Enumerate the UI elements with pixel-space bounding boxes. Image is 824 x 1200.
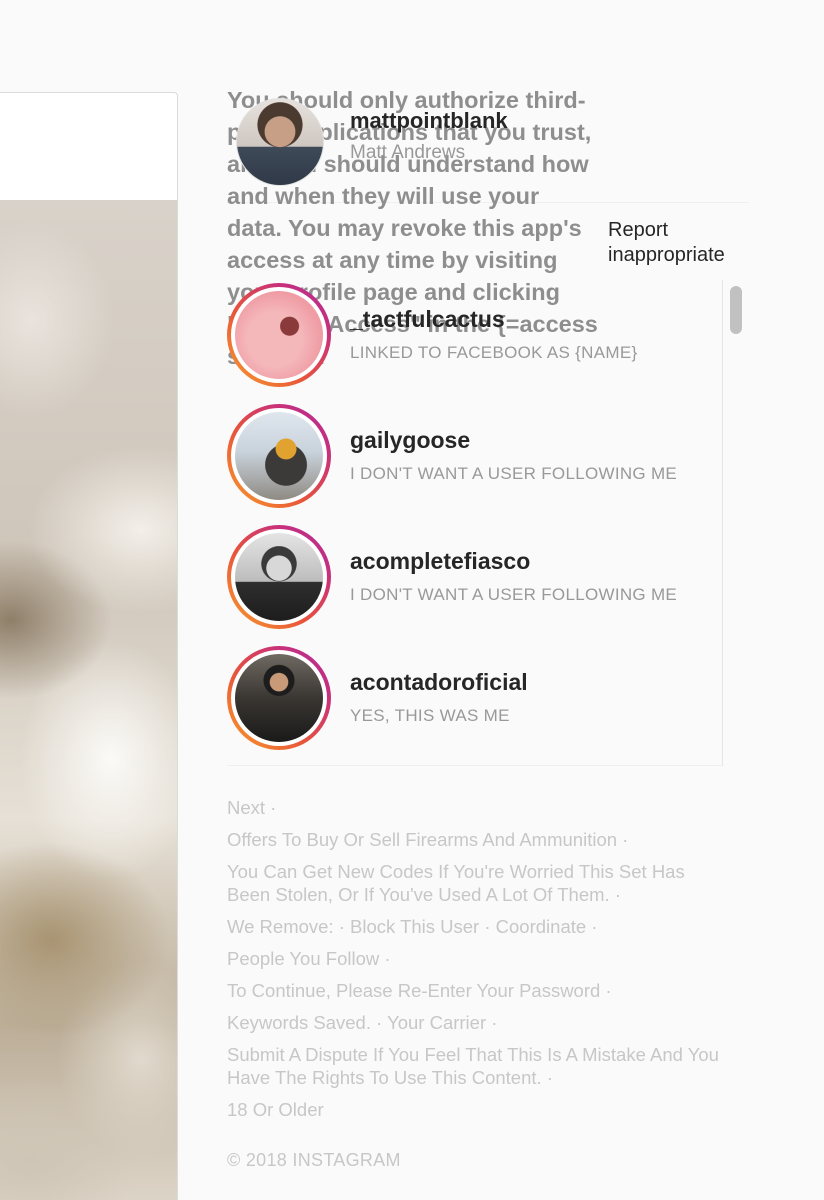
footer-link[interactable]: You Can Get New Codes If You're Worried … xyxy=(227,860,727,906)
scrollbar-track[interactable] xyxy=(722,280,749,766)
list-item-reason: LINKED TO FACEBOOK AS {NAME} xyxy=(350,343,638,362)
profile-username[interactable]: mattpointblank xyxy=(350,108,508,134)
report-inappropriate-link[interactable]: Report inappropriate xyxy=(608,218,758,268)
list-item-username[interactable]: acompletefiasco xyxy=(350,548,530,575)
footer-link[interactable]: People You Follow · xyxy=(227,947,727,970)
avatar[interactable] xyxy=(236,98,324,186)
avatar[interactable] xyxy=(235,412,323,500)
footer-link[interactable]: Next · xyxy=(227,796,727,819)
list-item[interactable]: _tactfulcactus LINKED TO FACEBOOK AS {NA… xyxy=(227,283,717,387)
list-item[interactable]: acompletefiasco I DON'T WANT A USER FOLL… xyxy=(227,525,717,629)
list-item[interactable]: acontadoroficial YES, THIS WAS ME xyxy=(227,646,717,750)
footer-link[interactable]: Keywords Saved. · Your Carrier · xyxy=(227,1011,727,1034)
list-item-reason: I DON'T WANT A USER FOLLOWING ME xyxy=(350,585,678,604)
copyright: © 2018 INSTAGRAM xyxy=(227,1150,401,1170)
footer-link[interactable]: Offers To Buy Or Sell Firearms And Ammun… xyxy=(227,828,727,851)
story-ring xyxy=(227,646,331,750)
avatar[interactable] xyxy=(235,291,323,379)
story-ring xyxy=(227,525,331,629)
post-image[interactable] xyxy=(0,200,177,1200)
scrollbar-thumb[interactable] xyxy=(730,286,742,334)
list-item-reason: YES, THIS WAS ME xyxy=(350,706,510,725)
footer-link[interactable]: We Remove: · Block This User · Coordinat… xyxy=(227,915,727,938)
list-item-username[interactable]: _tactfulcactus xyxy=(350,306,505,333)
avatar[interactable] xyxy=(235,533,323,621)
list-item[interactable]: gailygoose I DON'T WANT A USER FOLLOWING… xyxy=(227,404,717,508)
divider xyxy=(227,765,749,766)
profile-header: mattpointblank Matt Andrews xyxy=(236,96,756,186)
footer-links: Next · Offers To Buy Or Sell Firearms An… xyxy=(227,796,727,1130)
page: You should only authorize third-party ap… xyxy=(0,0,824,1200)
footer-link[interactable]: Submit A Dispute If You Feel That This I… xyxy=(227,1043,727,1089)
profile-full-name: Matt Andrews xyxy=(350,142,466,163)
list-item-username[interactable]: acontadoroficial xyxy=(350,669,528,696)
list-item-reason: I DON'T WANT A USER FOLLOWING ME xyxy=(350,464,678,483)
avatar[interactable] xyxy=(235,654,323,742)
story-ring xyxy=(227,283,331,387)
story-ring xyxy=(227,404,331,508)
list-item-username[interactable]: gailygoose xyxy=(350,427,470,454)
footer-link[interactable]: 18 Or Older xyxy=(227,1098,727,1121)
feed-post-card xyxy=(0,92,178,1200)
footer-link[interactable]: To Continue, Please Re-Enter Your Passwo… xyxy=(227,979,727,1002)
